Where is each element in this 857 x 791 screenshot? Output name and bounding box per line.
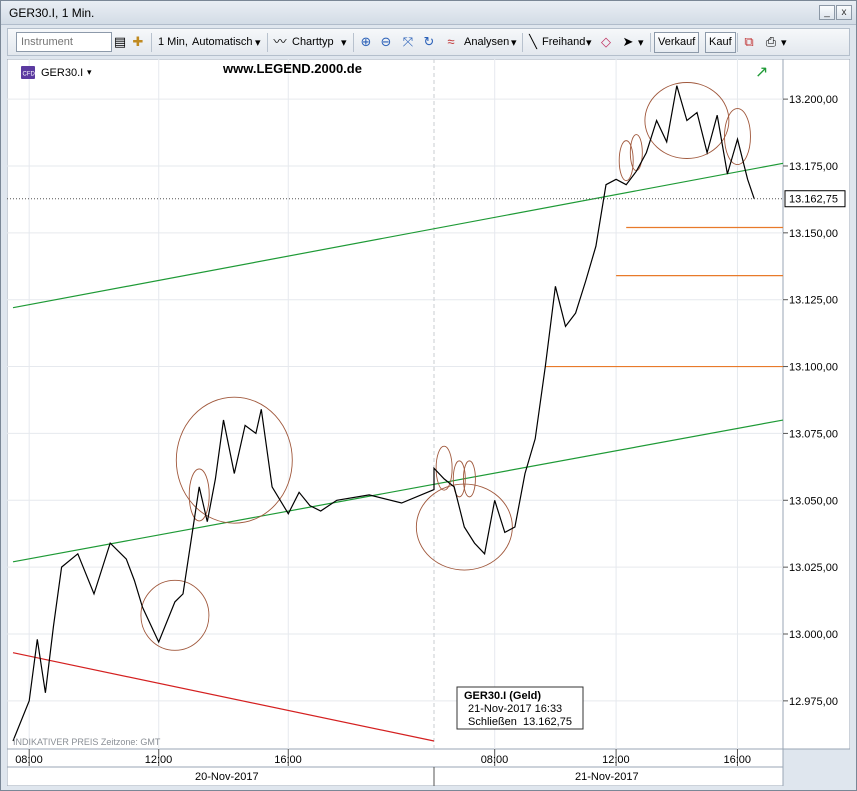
print-icon[interactable]: ⎙ [763, 34, 779, 50]
kauf-button[interactable]: Kauf [705, 32, 736, 53]
date-label: 21-Nov-2017 [575, 771, 639, 783]
close-button[interactable]: x [836, 5, 852, 20]
verkauf-button[interactable]: Verkauf [654, 32, 700, 53]
toolbar: ▤ ✚ 1 Min, Automatisch ▾ 〰 Charttyp ▾ ⊕ … [7, 28, 850, 56]
footer-note: INDIKATIVER PREIS Zeitzone: GMT [13, 737, 161, 747]
tooltip-box: GER30.I (Geld) 21-Nov-2017 16:33 Schließ… [456, 686, 584, 730]
cursor-chevron-icon[interactable]: ▾ [638, 36, 644, 49]
charttyp-chevron-icon[interactable]: ▾ [341, 36, 347, 49]
instrument-list-icon[interactable]: ▤ [112, 34, 128, 50]
y-tick-label: 13.200,00 [789, 94, 838, 106]
y-tick-label: 13.075,00 [789, 428, 838, 440]
y-tick-label: 13.050,00 [789, 495, 838, 507]
instrument-chevron-icon: ▾ [87, 67, 92, 77]
plot-background [6, 58, 784, 750]
y-tick-label: 13.125,00 [789, 295, 838, 307]
trend-up-icon: ↗ [755, 64, 768, 81]
instrument-input[interactable] [16, 32, 112, 52]
chart-settings-icon[interactable]: ⧉ [741, 34, 757, 50]
x-tick-label: 16:00 [723, 754, 751, 766]
y-tick-label: 13.025,00 [789, 562, 838, 574]
charttyp-dropdown[interactable]: Charttyp [292, 36, 334, 48]
y-tick-label: 12.975,00 [789, 696, 838, 708]
y-tick-label: 13.150,00 [789, 228, 838, 240]
freehand-line-icon[interactable]: ╲ [525, 34, 541, 50]
chart-area[interactable]: 12.975,00 13.000,00 13.025,00 13.050,00 13.0… [6, 58, 851, 787]
current-price-tag: 13.162,75 [784, 190, 846, 208]
watermark-text: www.LEGEND.2000.de [222, 61, 362, 76]
eraser-icon[interactable]: ◇ [598, 34, 614, 50]
zoom-in-icon[interactable]: ⊕ [358, 34, 374, 50]
analysen-dropdown[interactable]: Analysen [464, 36, 509, 48]
instrument-label: GER30.I [41, 67, 83, 79]
chart-window: GER30.I, 1 Min. _ x ▤ ✚ 1 Min, Automatis… [0, 0, 857, 791]
tooltip-title: GER30.I (Geld) [464, 690, 541, 702]
instrument-selector[interactable]: CFD GER30.I ▾ [21, 66, 92, 79]
window-title: GER30.I, 1 Min. [9, 6, 95, 20]
print-chevron-icon[interactable]: ▾ [781, 36, 787, 49]
analysis-icon[interactable]: ≈ [443, 34, 459, 50]
scale-dropdown-chevron-icon[interactable]: ▾ [255, 36, 261, 49]
x-tick-label: 16:00 [274, 754, 302, 766]
chart-type-icon[interactable]: 〰 [272, 34, 288, 50]
cursor-icon[interactable]: ➤ [620, 34, 636, 50]
zoom-out-icon[interactable]: ⊖ [378, 34, 394, 50]
y-tick-label: 13.175,00 [789, 161, 838, 173]
freihand-chevron-icon[interactable]: ▾ [586, 36, 592, 49]
x-tick-label: 08:00 [481, 754, 509, 766]
y-tick-label: 13.000,00 [789, 629, 838, 641]
current-price-label: 13.162,75 [789, 194, 838, 206]
scale-dropdown[interactable]: Automatisch [192, 36, 253, 48]
interval-label[interactable]: 1 Min, [158, 36, 188, 48]
add-instrument-icon[interactable]: ✚ [130, 34, 146, 50]
x-tick-label: 12:00 [145, 754, 173, 766]
minimize-button[interactable]: _ [819, 5, 835, 20]
minimize-icon: _ [824, 7, 830, 18]
tooltip-close-value: 13.162,75 [523, 716, 572, 728]
cfd-badge-text: CFD [23, 72, 36, 78]
y-tick-label: 13.100,00 [789, 362, 838, 374]
tooltip-datetime: 21-Nov-2017 16:33 [468, 703, 562, 715]
freihand-dropdown[interactable]: Freihand [542, 36, 585, 48]
title-bar[interactable]: GER30.I, 1 Min. _ x [1, 1, 856, 25]
tooltip-close-label: Schließen [468, 716, 517, 728]
fit-chart-icon[interactable]: ⤧ [400, 34, 416, 50]
close-icon: x [841, 7, 847, 18]
x-tick-label: 12:00 [602, 754, 630, 766]
date-label: 20-Nov-2017 [195, 771, 259, 783]
x-tick-label: 08:00 [15, 754, 43, 766]
price-chart[interactable]: 12.975,00 13.000,00 13.025,00 13.050,00 13.0… [6, 58, 851, 787]
refresh-icon[interactable]: ↻ [421, 34, 437, 50]
analysen-chevron-icon[interactable]: ▾ [511, 36, 517, 49]
